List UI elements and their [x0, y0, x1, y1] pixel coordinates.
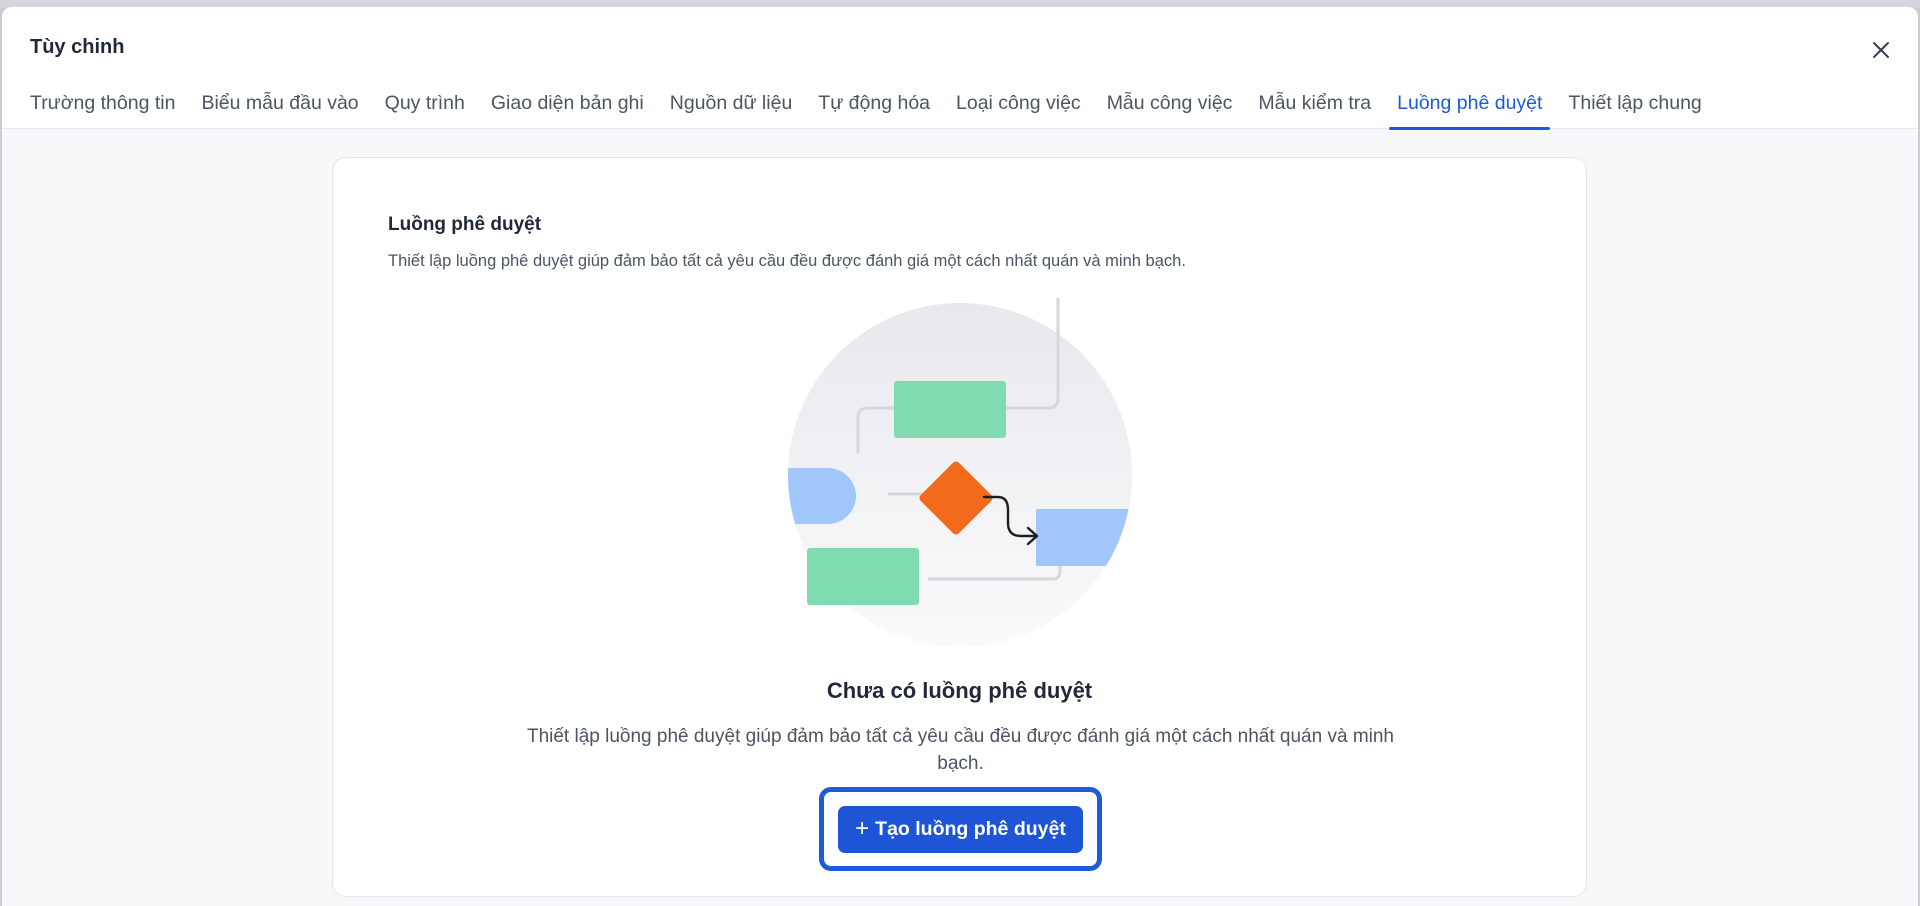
modal-header: Tùy chinh Trường thông tin Biểu mẫu đầu …: [2, 7, 1918, 130]
customize-modal: Tùy chinh Trường thông tin Biểu mẫu đầu …: [2, 7, 1918, 906]
tab-luong-phe-duyet[interactable]: Luồng phê duyệt: [1384, 91, 1555, 130]
tab-nguon-du-lieu[interactable]: Nguồn dữ liệu: [657, 91, 806, 129]
create-button-label: Tạo luồng phê duyệt: [875, 817, 1066, 840]
plus-icon: +: [855, 815, 870, 842]
empty-state-title: Chưa có luồng phê duyệt: [826, 678, 1093, 703]
approval-flow-illustration-icon: [788, 298, 1132, 647]
tab-bar: Trường thông tin Biểu mẫu đầu vào Quy tr…: [30, 91, 1715, 130]
section-description: Thiết lập luồng phê duyệt giúp đảm bảo t…: [388, 252, 1186, 270]
approval-flow-card: Luồng phê duyệt Thiết lập luồng phê duyệ…: [332, 157, 1587, 897]
empty-state-description: Thiết lập luồng phê duyệt giúp đảm bảo t…: [526, 726, 1395, 774]
section-title: Luồng phê duyệt: [388, 214, 542, 235]
tab-mau-kiem-tra[interactable]: Mẫu kiểm tra: [1245, 91, 1384, 129]
create-approval-flow-button[interactable]: + Tạo luồng phê duyệt: [838, 805, 1083, 853]
tab-giao-dien-ban-ghi[interactable]: Giao diện bản ghi: [478, 91, 657, 129]
tab-quy-trinh[interactable]: Quy trình: [372, 91, 478, 129]
tab-tu-dong-hoa[interactable]: Tự động hóa: [805, 91, 943, 129]
close-button[interactable]: [1866, 35, 1896, 65]
tab-thiet-lap-chung[interactable]: Thiết lập chung: [1555, 91, 1714, 129]
create-button-focus-ring: + Tạo luồng phê duyệt: [819, 787, 1102, 871]
tab-truong-thong-tin[interactable]: Trường thông tin: [30, 91, 188, 129]
modal-title: Tùy chinh: [30, 36, 125, 58]
tab-bieu-mau-dau-vao[interactable]: Biểu mẫu đầu vào: [188, 91, 371, 129]
close-icon: [1873, 42, 1889, 58]
tab-loai-cong-viec[interactable]: Loại công việc: [943, 91, 1094, 129]
tab-mau-cong-viec[interactable]: Mẫu công việc: [1094, 91, 1246, 129]
